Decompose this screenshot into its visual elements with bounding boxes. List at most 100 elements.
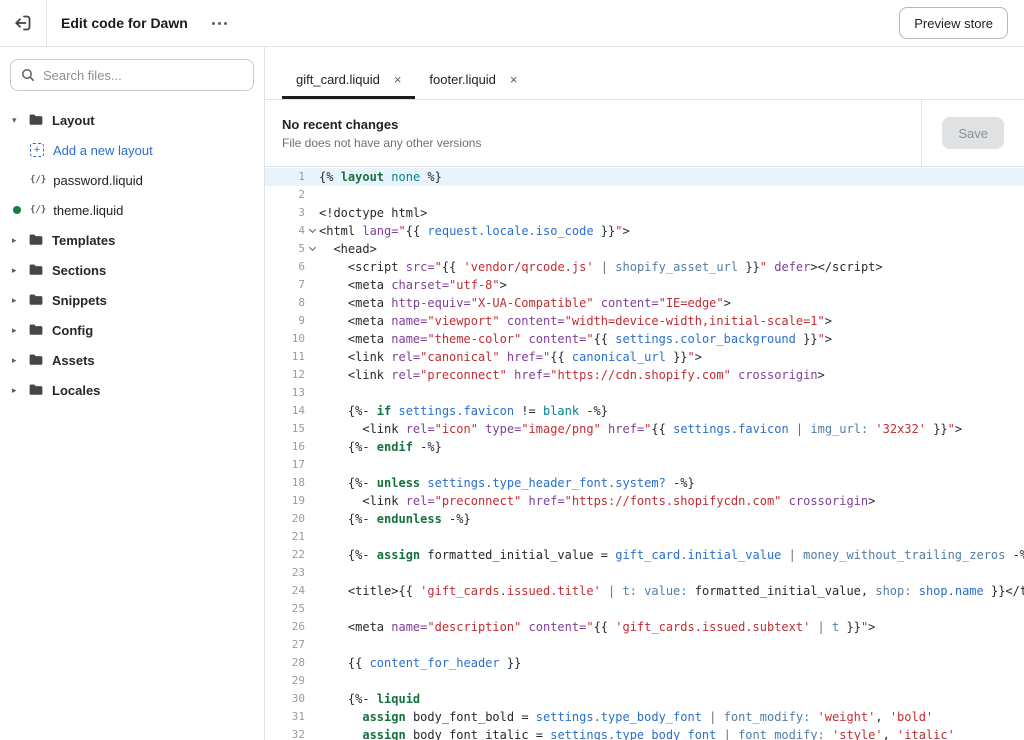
code-line-20[interactable]: 20 {%- endunless -%} [265, 510, 1024, 528]
caret-right-icon[interactable]: ▸ [12, 265, 28, 276]
code-text[interactable]: <!doctype html> [319, 204, 1024, 222]
sidebar-folder-sections[interactable]: ▸ Sections [0, 255, 264, 285]
code-line-25[interactable]: 25 [265, 600, 1024, 618]
tab-gift_card.liquid[interactable]: gift_card.liquid × [282, 60, 416, 99]
code-text[interactable]: <link rel="canonical" href="{{ canonical… [319, 348, 1024, 366]
caret-right-icon[interactable]: ▸ [12, 295, 28, 306]
code-text[interactable]: {%- if settings.favicon != blank -%} [319, 402, 1024, 420]
code-text[interactable]: {%- unless settings.type_header_font.sys… [319, 474, 1024, 492]
code-text[interactable]: <link rel="icon" type="image/png" href="… [319, 420, 1024, 438]
code-line-29[interactable]: 29 [265, 672, 1024, 690]
code-line-21[interactable]: 21 [265, 528, 1024, 546]
code-line-30[interactable]: 30 {%- liquid [265, 690, 1024, 708]
code-text[interactable]: <title>{{ 'gift_cards.issued.title' | t:… [319, 582, 1024, 600]
sidebar-folder-config[interactable]: ▸ Config [0, 315, 264, 345]
code-text[interactable] [319, 672, 1024, 690]
code-text[interactable]: {%- assign formatted_initial_value = gif… [319, 546, 1024, 564]
code-text[interactable]: {{ content_for_header }} [319, 654, 1024, 672]
code-line-27[interactable]: 27 [265, 636, 1024, 654]
code-line-23[interactable]: 23 [265, 564, 1024, 582]
code-text[interactable] [319, 528, 1024, 546]
exit-button[interactable] [0, 0, 47, 46]
code-text[interactable]: <head> [319, 240, 1024, 258]
caret-right-icon[interactable]: ▸ [12, 355, 28, 366]
code-text[interactable] [319, 600, 1024, 618]
sidebar-file-password[interactable]: {/} password.liquid [0, 165, 264, 195]
code-line-26[interactable]: 26 <meta name="description" content="{{ … [265, 618, 1024, 636]
code-text[interactable]: <meta name="description" content="{{ 'gi… [319, 618, 1024, 636]
search-files-box[interactable] [10, 59, 254, 91]
close-tab-icon[interactable]: × [510, 73, 518, 86]
code-text[interactable]: <link rel="preconnect" href="https://fon… [319, 492, 1024, 510]
line-number: 29 [291, 674, 305, 687]
code-line-2[interactable]: 2 [265, 186, 1024, 204]
line-number: 22 [291, 548, 305, 561]
code-text[interactable]: <meta name="viewport" content="width=dev… [319, 312, 1024, 330]
code-text[interactable]: <script src="{{ 'vendor/qrcode.js' | sho… [319, 258, 1024, 276]
code-text[interactable]: <meta charset="utf-8"> [319, 276, 1024, 294]
code-text[interactable] [319, 456, 1024, 474]
sidebar-folder-assets[interactable]: ▸ Assets [0, 345, 264, 375]
code-text[interactable]: assign body_font_bold = settings.type_bo… [319, 708, 1024, 726]
code-text[interactable]: <meta http-equiv="X-UA-Compatible" conte… [319, 294, 1024, 312]
code-line-22[interactable]: 22 {%- assign formatted_initial_value = … [265, 546, 1024, 564]
caret-right-icon[interactable]: ▸ [12, 385, 28, 396]
code-text[interactable]: <html lang="{{ request.locale.iso_code }… [319, 222, 1024, 240]
code-line-12[interactable]: 12 <link rel="preconnect" href="https://… [265, 366, 1024, 384]
code-text[interactable]: <link rel="preconnect" href="https://cdn… [319, 366, 1024, 384]
code-text[interactable]: assign body_font_italic = settings.type_… [319, 726, 1024, 740]
close-tab-icon[interactable]: × [394, 73, 402, 86]
code-line-10[interactable]: 10 <meta name="theme-color" content="{{ … [265, 330, 1024, 348]
fold-slot [305, 564, 319, 582]
code-line-28[interactable]: 28 {{ content_for_header }} [265, 654, 1024, 672]
line-number: 7 [298, 278, 305, 291]
code-text[interactable]: {%- endunless -%} [319, 510, 1024, 528]
code-line-1[interactable]: 1 {% layout none %} [265, 168, 1024, 186]
code-text[interactable] [319, 636, 1024, 654]
code-line-16[interactable]: 16 {%- endif -%} [265, 438, 1024, 456]
code-line-15[interactable]: 15 <link rel="icon" type="image/png" hre… [265, 420, 1024, 438]
caret-right-icon[interactable]: ▸ [12, 235, 28, 246]
code-line-32[interactable]: 32 assign body_font_italic = settings.ty… [265, 726, 1024, 740]
tab-footer.liquid[interactable]: footer.liquid × [415, 60, 531, 99]
code-line-24[interactable]: 24 <title>{{ 'gift_cards.issued.title' |… [265, 582, 1024, 600]
code-line-4[interactable]: 4 <html lang="{{ request.locale.iso_code … [265, 222, 1024, 240]
save-button[interactable]: Save [942, 117, 1004, 149]
code-line-6[interactable]: 6 <script src="{{ 'vendor/qrcode.js' | s… [265, 258, 1024, 276]
code-line-13[interactable]: 13 [265, 384, 1024, 402]
code-text[interactable]: <meta name="theme-color" content="{{ set… [319, 330, 1024, 348]
sidebar-file-theme[interactable]: {/} theme.liquid [0, 195, 264, 225]
code-line-14[interactable]: 14 {%- if settings.favicon != blank -%} [265, 402, 1024, 420]
caret-down-icon[interactable]: ▾ [12, 115, 28, 126]
code-line-3[interactable]: 3 <!doctype html> [265, 204, 1024, 222]
search-files-input[interactable] [43, 67, 243, 83]
code-line-31[interactable]: 31 assign body_font_bold = settings.type… [265, 708, 1024, 726]
sidebar-folder-locales[interactable]: ▸ Locales [0, 375, 264, 405]
code-line-5[interactable]: 5 <head> [265, 240, 1024, 258]
sidebar-folder-layout[interactable]: ▾ Layout [0, 105, 264, 135]
code-text[interactable] [319, 384, 1024, 402]
sidebar-folder-templates[interactable]: ▸ Templates [0, 225, 264, 255]
sidebar-add-layout-link[interactable]: + Add a new layout [0, 135, 264, 165]
code-line-19[interactable]: 19 <link rel="preconnect" href="https://… [265, 492, 1024, 510]
code-line-11[interactable]: 11 <link rel="canonical" href="{{ canoni… [265, 348, 1024, 366]
code-text[interactable] [319, 564, 1024, 582]
fold-toggle-icon[interactable] [305, 240, 319, 258]
code-text[interactable]: {%- endif -%} [319, 438, 1024, 456]
code-line-7[interactable]: 7 <meta charset="utf-8"> [265, 276, 1024, 294]
code-line-18[interactable]: 18 {%- unless settings.type_header_font.… [265, 474, 1024, 492]
code-text[interactable]: {% layout none %} [319, 168, 1024, 186]
code-line-8[interactable]: 8 <meta http-equiv="X-UA-Compatible" con… [265, 294, 1024, 312]
sidebar-folder-snippets[interactable]: ▸ Snippets [0, 285, 264, 315]
code-editor[interactable]: 1 {% layout none %} 2 3 <!doctype html> 4 <ht… [265, 167, 1024, 740]
code-text[interactable]: {%- liquid [319, 690, 1024, 708]
version-bar: No recent changes File does not have any… [265, 100, 1024, 167]
code-line-17[interactable]: 17 [265, 456, 1024, 474]
preview-store-button[interactable]: Preview store [899, 7, 1008, 39]
caret-right-icon[interactable]: ▸ [12, 325, 28, 336]
code-line-9[interactable]: 9 <meta name="viewport" content="width=d… [265, 312, 1024, 330]
more-options-button[interactable] [206, 11, 234, 35]
fold-slot [305, 708, 319, 726]
fold-toggle-icon[interactable] [305, 222, 319, 240]
code-text[interactable] [319, 186, 1024, 204]
